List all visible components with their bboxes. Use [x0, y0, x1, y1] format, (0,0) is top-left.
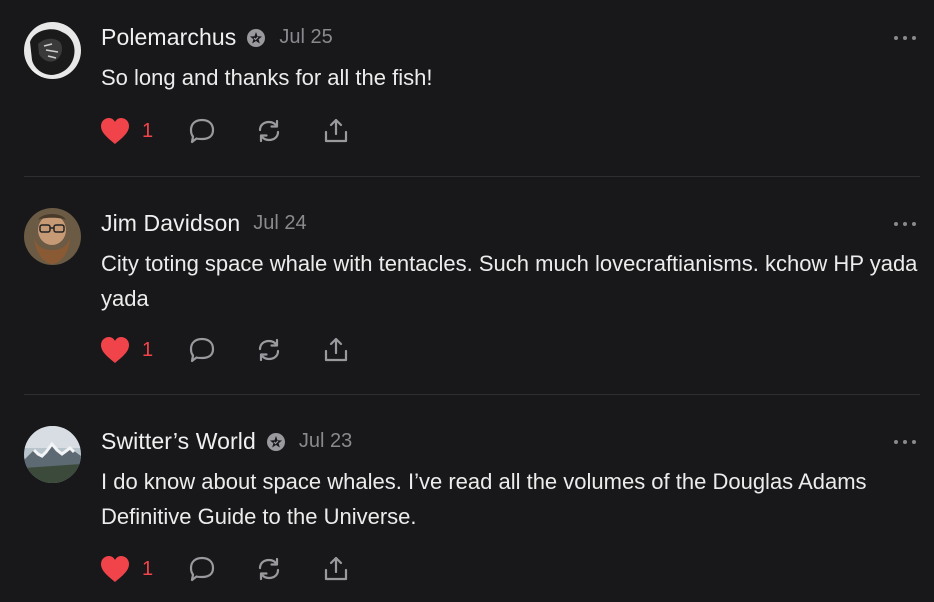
share-button[interactable] — [322, 335, 350, 365]
comment-icon — [189, 556, 215, 582]
restack-icon — [258, 119, 280, 143]
like-button[interactable]: 1 — [100, 116, 153, 146]
author-name[interactable]: Jim Davidson — [101, 210, 240, 237]
share-button[interactable] — [322, 554, 350, 584]
post-date[interactable]: Jul 24 — [253, 212, 306, 235]
post-text: So long and thanks for all the fish! — [101, 65, 433, 90]
divider — [24, 176, 920, 177]
restack-button[interactable] — [255, 116, 283, 146]
post-header: Jim Davidson Jul 24 — [101, 210, 307, 237]
avatar[interactable] — [24, 22, 81, 79]
restack-icon — [258, 557, 280, 581]
like-button[interactable]: 1 — [100, 335, 153, 365]
avatar[interactable] — [24, 208, 81, 265]
verified-badge-icon — [246, 28, 266, 48]
share-icon — [324, 337, 348, 362]
post-header: Polemarchus Jul 25 — [101, 24, 333, 51]
like-button[interactable]: 1 — [100, 554, 153, 584]
comment-icon — [189, 118, 215, 144]
like-count: 1 — [142, 338, 154, 361]
post-date[interactable]: Jul 25 — [279, 26, 332, 49]
heart-icon — [101, 118, 129, 144]
post-text: I do know about space whales. I’ve read … — [101, 469, 867, 529]
comment-icon — [189, 337, 215, 363]
more-options-icon[interactable] — [894, 438, 916, 446]
heart-icon — [101, 556, 129, 582]
like-count: 1 — [142, 557, 154, 580]
reply-button[interactable] — [188, 335, 216, 365]
share-icon — [324, 556, 348, 581]
author-name[interactable]: Polemarchus — [101, 24, 236, 51]
verified-badge-icon — [266, 432, 286, 452]
reply-button[interactable] — [188, 116, 216, 146]
restack-button[interactable] — [255, 335, 283, 365]
reply-button[interactable] — [188, 554, 216, 584]
post-header: Switter’s World Jul 23 — [101, 428, 352, 455]
comment-feed: Polemarchus Jul 25 So long and thanks fo… — [0, 0, 934, 602]
mountain-landscape-avatar-icon — [24, 426, 81, 483]
bearded-man-avatar-icon — [24, 208, 81, 265]
post-date[interactable]: Jul 23 — [299, 430, 352, 453]
restack-icon — [258, 338, 280, 362]
share-button[interactable] — [322, 116, 350, 146]
avatar[interactable] — [24, 426, 81, 483]
heart-icon — [101, 337, 129, 363]
like-count: 1 — [142, 119, 154, 142]
restack-button[interactable] — [255, 554, 283, 584]
more-options-icon[interactable] — [894, 220, 916, 228]
share-icon — [324, 118, 348, 143]
post-text: City toting space whale with tentacles. … — [101, 251, 918, 311]
divider — [24, 394, 920, 395]
more-options-icon[interactable] — [894, 34, 916, 42]
author-name[interactable]: Switter’s World — [101, 428, 256, 455]
dark-sketch-avatar-icon — [24, 22, 81, 79]
